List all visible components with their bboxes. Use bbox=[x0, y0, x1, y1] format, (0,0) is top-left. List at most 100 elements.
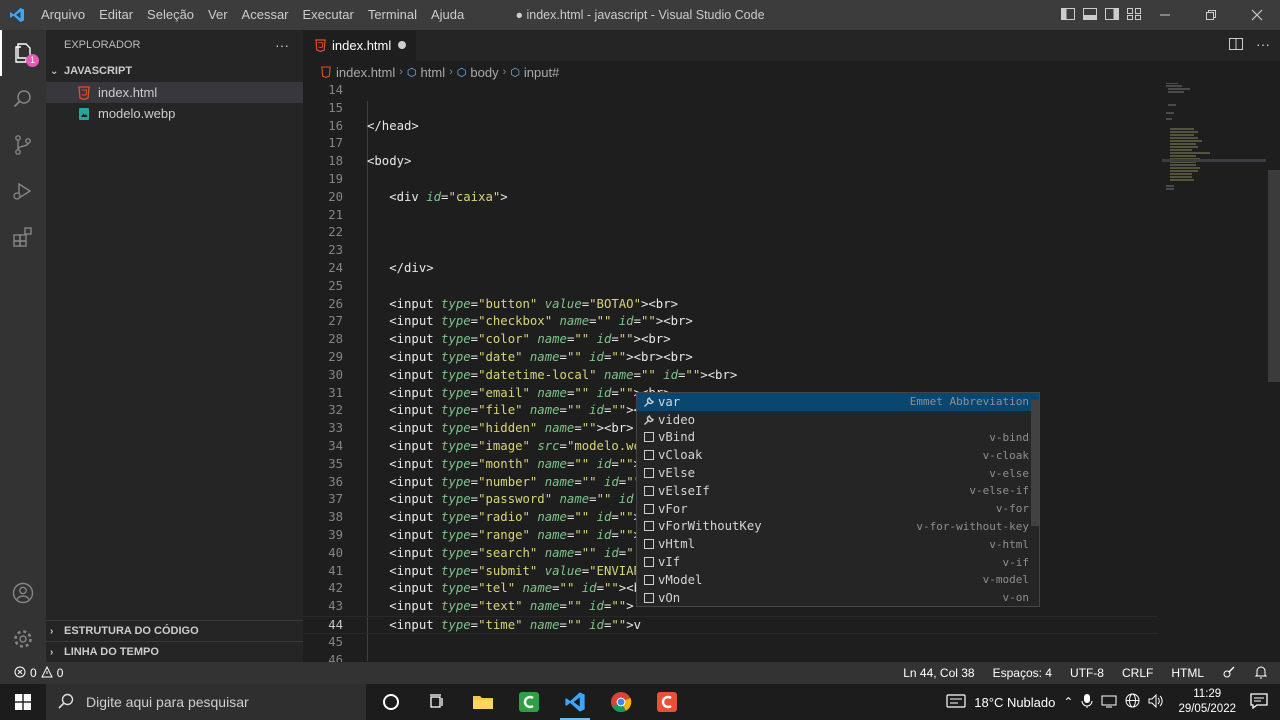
menu-executar[interactable]: Executar bbox=[296, 0, 361, 30]
tab-index-html[interactable]: index.html bbox=[303, 30, 416, 61]
code-line[interactable]: 44 <input type="time" name="" id="">v bbox=[303, 616, 1158, 634]
file-item-index-html[interactable]: index.html bbox=[46, 82, 303, 103]
search-activity[interactable] bbox=[0, 76, 46, 122]
file-explorer-icon[interactable] bbox=[460, 684, 506, 720]
manage-activity[interactable] bbox=[0, 616, 46, 662]
code-line[interactable]: 27 <input type="checkbox" name="" id="">… bbox=[303, 313, 1163, 331]
chrome-icon[interactable] bbox=[598, 684, 644, 720]
clock[interactable]: 11:29 29/05/2022 bbox=[1178, 687, 1236, 717]
suggestion-label: vElseIf bbox=[658, 483, 710, 498]
menu-arquivo[interactable]: Arquivo bbox=[34, 0, 92, 30]
weather-icon[interactable] bbox=[946, 693, 966, 712]
code-token: value bbox=[544, 296, 582, 311]
code-token: name bbox=[544, 545, 575, 560]
weather-text[interactable]: 18°C Nublado bbox=[974, 695, 1055, 710]
code-line[interactable]: 15 bbox=[303, 100, 1163, 118]
code-line[interactable]: 16 </head> bbox=[303, 118, 1163, 136]
breadcrumb-html[interactable]: ⬡ html bbox=[407, 65, 445, 80]
microphone-icon[interactable] bbox=[1081, 693, 1093, 712]
minimize-icon[interactable] bbox=[1142, 0, 1188, 30]
run-debug-activity[interactable] bbox=[0, 168, 46, 214]
notifications-icon[interactable] bbox=[1250, 692, 1268, 712]
suggestion-item[interactable]: vHtml v-html bbox=[637, 535, 1039, 553]
code-line[interactable]: 24 </div> bbox=[303, 260, 1163, 278]
camtasia-icon[interactable] bbox=[506, 684, 552, 720]
code-line[interactable]: 46 bbox=[303, 652, 1163, 662]
suggestion-item[interactable]: vOn v-on bbox=[637, 589, 1039, 607]
cursor-position[interactable]: Ln 44, Col 38 bbox=[903, 666, 974, 680]
problems-indicator[interactable]: 0 0 bbox=[14, 665, 63, 681]
breadcrumb-body[interactable]: ⬡ body bbox=[457, 65, 499, 80]
timeline-section[interactable]: › LINHA DO TEMPO bbox=[46, 641, 303, 662]
code-line[interactable]: 30 <input type="datetime-local" name="" … bbox=[303, 367, 1163, 385]
menu-ver[interactable]: Ver bbox=[201, 0, 235, 30]
code-line[interactable]: 20 <div id="caixa"> bbox=[303, 189, 1163, 207]
customize-layout-icon[interactable] bbox=[1126, 6, 1142, 22]
breadcrumb-input[interactable]: ⬡ input# bbox=[510, 65, 559, 80]
code-line[interactable]: 45 bbox=[303, 634, 1163, 652]
code-line[interactable]: 19 bbox=[303, 171, 1163, 189]
task-view-icon[interactable] bbox=[414, 684, 460, 720]
cortana-icon[interactable] bbox=[368, 684, 414, 720]
source-control-activity[interactable] bbox=[0, 122, 46, 168]
close-icon[interactable] bbox=[1234, 0, 1280, 30]
code-line[interactable]: 23 bbox=[303, 242, 1163, 260]
minimap[interactable] bbox=[1162, 82, 1266, 662]
suggestion-item[interactable]: vBind v-bind bbox=[637, 429, 1039, 447]
toggle-secondary-sidebar-icon[interactable] bbox=[1104, 6, 1120, 22]
screen-recorder-icon[interactable] bbox=[644, 684, 690, 720]
menu-terminal[interactable]: Terminal bbox=[361, 0, 424, 30]
taskbar-search[interactable]: Digite aqui para pesquisar bbox=[46, 684, 366, 720]
suggestion-item[interactable]: vModel v-model bbox=[637, 571, 1039, 589]
vscode-taskbar-icon[interactable] bbox=[552, 684, 598, 720]
toggle-panel-icon[interactable] bbox=[1082, 6, 1098, 22]
menu-ajuda[interactable]: Ajuda bbox=[424, 0, 471, 30]
network-icon[interactable] bbox=[1101, 694, 1117, 711]
extensions-activity[interactable] bbox=[0, 214, 46, 260]
code-line[interactable]: 28 <input type="color" name="" id=""><br… bbox=[303, 331, 1163, 349]
code-line[interactable]: 22 bbox=[303, 224, 1163, 242]
chevron-up-icon[interactable]: ⌃ bbox=[1063, 695, 1073, 709]
suggestion-item[interactable]: vIf v-if bbox=[637, 553, 1039, 571]
volume-icon[interactable] bbox=[1148, 693, 1164, 711]
suggestion-item[interactable]: var Emmet Abbreviation bbox=[637, 393, 1039, 411]
suggestion-item[interactable]: vForWithoutKey v-for-without-key bbox=[637, 518, 1039, 536]
suggestion-item[interactable]: video bbox=[637, 411, 1039, 429]
code-line[interactable]: 21 bbox=[303, 207, 1163, 225]
suggestion-item[interactable]: vElse v-else bbox=[637, 464, 1039, 482]
accounts-activity[interactable] bbox=[0, 570, 46, 616]
menu-selecao[interactable]: Seleção bbox=[140, 0, 201, 30]
menu-acessar[interactable]: Acessar bbox=[235, 0, 296, 30]
code-line[interactable]: 17 bbox=[303, 135, 1163, 153]
code-line[interactable]: 29 <input type="date" name="" id=""><br>… bbox=[303, 349, 1163, 367]
suggestion-item[interactable]: vFor v-for bbox=[637, 500, 1039, 518]
menu-editar[interactable]: Editar bbox=[92, 0, 140, 30]
folder-section[interactable]: ⌄ JAVASCRIPT bbox=[46, 60, 303, 82]
code-line[interactable]: 25 bbox=[303, 278, 1163, 296]
toggle-sidebar-icon[interactable] bbox=[1060, 6, 1076, 22]
restore-icon[interactable] bbox=[1188, 0, 1234, 30]
more-actions-icon[interactable]: ··· bbox=[275, 37, 289, 53]
split-editor-icon[interactable] bbox=[1228, 36, 1244, 55]
code-line[interactable]: 14 bbox=[303, 83, 1163, 100]
encoding[interactable]: UTF-8 bbox=[1070, 666, 1104, 680]
windows-start-icon[interactable] bbox=[0, 684, 46, 720]
language-mode[interactable]: HTML bbox=[1171, 666, 1204, 680]
code-line[interactable]: 18 <body> bbox=[303, 153, 1163, 171]
suggestion-item[interactable]: vCloak v-cloak bbox=[637, 446, 1039, 464]
suggest-scrollbar[interactable] bbox=[1031, 400, 1039, 526]
language-globe-icon[interactable] bbox=[1125, 693, 1140, 711]
feedback-icon[interactable] bbox=[1222, 665, 1236, 682]
outline-section[interactable]: › ESTRUTURA DO CÓDIGO bbox=[46, 620, 303, 641]
notifications-bell-icon[interactable] bbox=[1254, 665, 1268, 682]
indentation[interactable]: Espaços: 4 bbox=[993, 666, 1052, 680]
file-item-modelo-webp[interactable]: modelo.webp bbox=[46, 103, 303, 124]
explorer-activity[interactable]: 1 bbox=[0, 30, 46, 76]
unsaved-dot-icon[interactable] bbox=[398, 41, 406, 49]
vertical-scrollbar[interactable] bbox=[1268, 170, 1280, 382]
code-line[interactable]: 26 <input type="button" value="BOTAO"><b… bbox=[303, 296, 1163, 314]
suggestion-item[interactable]: vElseIf v-else-if bbox=[637, 482, 1039, 500]
more-actions-icon[interactable]: ··· bbox=[1256, 36, 1270, 55]
end-of-line[interactable]: CRLF bbox=[1122, 666, 1153, 680]
breadcrumb-file[interactable]: index.html bbox=[321, 65, 395, 80]
